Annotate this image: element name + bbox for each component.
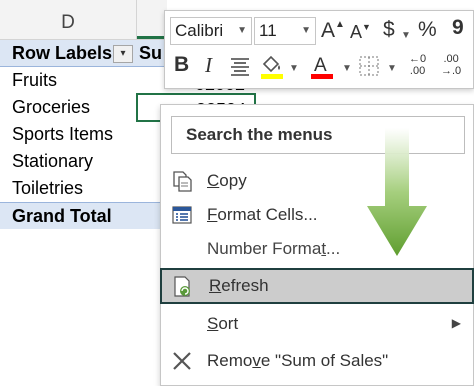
- sum-of-sales-heading: Su: [139, 43, 163, 63]
- column-header-d[interactable]: D: [0, 0, 137, 40]
- fill-color-button[interactable]: [259, 52, 285, 85]
- shrink-font-glyph: A: [350, 22, 363, 42]
- refresh-icon: [172, 276, 194, 298]
- fill-color-swatch: [261, 74, 283, 79]
- format-cells-icon: [171, 204, 193, 226]
- row-label: Fruits: [12, 70, 57, 90]
- paint-bucket-icon: [261, 55, 283, 79]
- row-labels-filter-button[interactable]: ▾: [113, 45, 133, 63]
- down-caret-icon: ▼: [362, 22, 371, 32]
- menu-item-label: Copy: [207, 171, 247, 190]
- borders-icon: [359, 56, 379, 76]
- borders-button[interactable]: [358, 55, 380, 82]
- chevron-down-icon[interactable]: ▼: [401, 30, 411, 41]
- font-size-dropdown[interactable]: 11 ▼: [254, 17, 316, 45]
- percent-style-button[interactable]: %: [418, 18, 437, 42]
- font-name-value: Calibri: [175, 21, 224, 40]
- menu-item-label: Format Cells...: [207, 205, 318, 224]
- row-label: Groceries: [12, 97, 91, 117]
- chevron-down-icon[interactable]: ▼: [387, 63, 397, 74]
- copy-icon: [171, 170, 193, 192]
- italic-button[interactable]: I: [205, 53, 212, 78]
- grand-total-row[interactable]: Grand Total: [0, 202, 164, 229]
- row-label: Toiletries: [12, 178, 84, 198]
- close-icon: [171, 350, 193, 372]
- row-label: Sports Items: [12, 124, 114, 144]
- menu-item-label: Sort: [207, 314, 239, 333]
- font-name-dropdown[interactable]: Calibri ▼: [170, 17, 252, 45]
- chevron-down-icon: ▼: [237, 25, 247, 36]
- font-size-value: 11: [259, 21, 277, 40]
- comma-style-button[interactable]: 9: [452, 16, 464, 40]
- increase-decimal-icon: ←0: [409, 53, 427, 65]
- decrease-decimal-digits: →.0: [441, 65, 462, 77]
- menu-item-label: Refresh: [209, 276, 269, 295]
- menu-item-remove-field[interactable]: Remove "Sum of Sales": [161, 345, 473, 377]
- align-center-icon: [231, 58, 249, 76]
- column-header-e[interactable]: [137, 0, 167, 40]
- chevron-down-icon[interactable]: ▼: [342, 63, 352, 74]
- svg-text:A: A: [314, 55, 327, 76]
- grand-total-label: Grand Total: [12, 206, 112, 226]
- search-placeholder: Search the menus: [186, 125, 333, 144]
- increase-font-size-button[interactable]: A▲: [321, 19, 345, 43]
- increase-decimal-button[interactable]: ←0 .00: [409, 53, 426, 77]
- menu-item-label: Remove "Sum of Sales": [207, 351, 389, 370]
- comma-icon: 9: [452, 16, 464, 39]
- up-caret-icon: ▲: [335, 19, 345, 30]
- menu-item-refresh[interactable]: Refresh: [160, 268, 474, 304]
- font-color-button[interactable]: A: [309, 52, 335, 85]
- bold-button[interactable]: B: [174, 53, 189, 77]
- dollar-icon: $: [383, 18, 395, 41]
- column-letter: D: [61, 12, 75, 33]
- row-label: Stationary: [12, 151, 94, 171]
- row-labels-heading: Row Labels: [12, 43, 113, 63]
- font-color-icon: A: [311, 55, 333, 79]
- increase-decimal-digits: .00: [409, 65, 426, 77]
- grow-font-glyph: A: [321, 19, 336, 42]
- decrease-decimal-icon: .00: [443, 53, 459, 65]
- submenu-arrow-icon: ▶: [451, 316, 461, 330]
- font-color-swatch: [311, 74, 333, 79]
- center-align-button[interactable]: [229, 55, 251, 82]
- pivot-header-row: Row Labels ▾ Su: [0, 40, 164, 67]
- italic-icon: I: [205, 53, 212, 77]
- chevron-down-icon: ▼: [301, 25, 311, 36]
- down-arrow-icon: [367, 128, 427, 256]
- decrease-decimal-button[interactable]: .00 →.0: [441, 53, 461, 77]
- chevron-down-icon[interactable]: ▼: [289, 63, 299, 74]
- menu-item-sort[interactable]: Sort ▶: [161, 308, 473, 340]
- mini-toolbar: Calibri ▼ 11 ▼ A▲ A▼ $ ▼ % 9 B I ▼ A ▼ ▼…: [164, 10, 474, 89]
- menu-item-label: Number Format...: [207, 239, 341, 258]
- decrease-font-size-button[interactable]: A▼: [350, 22, 371, 43]
- currency-format-button[interactable]: $: [383, 18, 395, 42]
- percent-icon: %: [418, 18, 437, 41]
- bold-icon: B: [174, 53, 190, 76]
